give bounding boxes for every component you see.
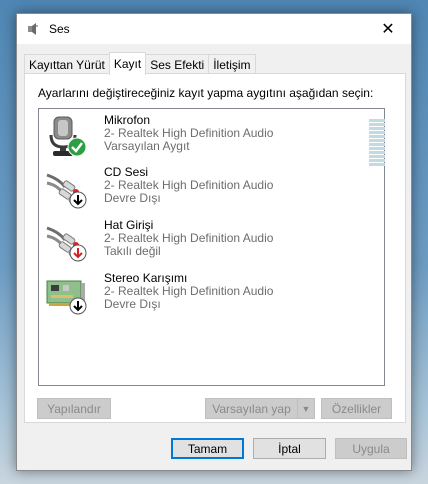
speaker-icon [25,21,41,37]
apply-button[interactable]: Uygula [335,438,407,459]
microphone-icon [45,113,91,159]
device-status: Devre Dışı [104,297,161,311]
tab-communications[interactable]: İletişim [208,54,256,74]
properties-button[interactable]: Özellikler [321,398,392,419]
set-default-button[interactable]: Varsayılan yap [205,398,298,419]
device-item-line-in[interactable]: Hat Girişi 2- Realtek High Definition Au… [39,216,384,266]
check-badge-icon [67,137,87,157]
device-item-stereo-mix[interactable]: Stereo Karışımı 2- Realtek High Definiti… [39,269,384,319]
sound-dialog: Ses ✕ Kayıttan Yürüt Kayıt Ses Efekti İl… [16,13,412,471]
tab-sound-effects[interactable]: Ses Efekti [145,54,210,74]
device-item-cd-audio[interactable]: CD Sesi 2- Realtek High Definition Audio… [39,163,384,213]
chevron-down-icon[interactable]: ▼ [297,398,315,419]
ok-button[interactable]: Tamam [171,438,244,459]
tab-bar: Kayıttan Yürüt Kayıt Ses Efekti İletişim [24,52,256,75]
cancel-button[interactable]: İptal [253,438,326,459]
configure-button[interactable]: Yapılandır [37,398,111,419]
tab-playback[interactable]: Kayıttan Yürüt [24,54,110,74]
rca-cable-icon [45,165,91,211]
tab-recording[interactable]: Kayıt [108,52,147,75]
down-arrow-badge-icon [69,191,87,209]
title-bar[interactable]: Ses ✕ [17,14,411,44]
level-meter [369,119,385,169]
down-arrow-badge-icon [69,244,87,262]
instruction-text: Ayarlarını değiştireceğiniz kayıt yapma … [38,86,374,100]
sound-card-icon [45,271,91,317]
device-status: Takılı değil [104,244,161,258]
device-list[interactable]: Mikrofon 2- Realtek High Definition Audi… [38,108,385,386]
device-status: Varsayılan Aygıt [104,139,190,153]
close-button[interactable]: ✕ [365,14,411,44]
device-status: Devre Dışı [104,191,161,205]
rca-cable-icon [45,218,91,264]
recording-panel: Ayarlarını değiştireceğiniz kayıt yapma … [24,73,406,423]
window-title: Ses [49,22,70,36]
device-item-microphone[interactable]: Mikrofon 2- Realtek High Definition Audi… [39,111,385,166]
down-arrow-badge-icon [69,297,87,315]
